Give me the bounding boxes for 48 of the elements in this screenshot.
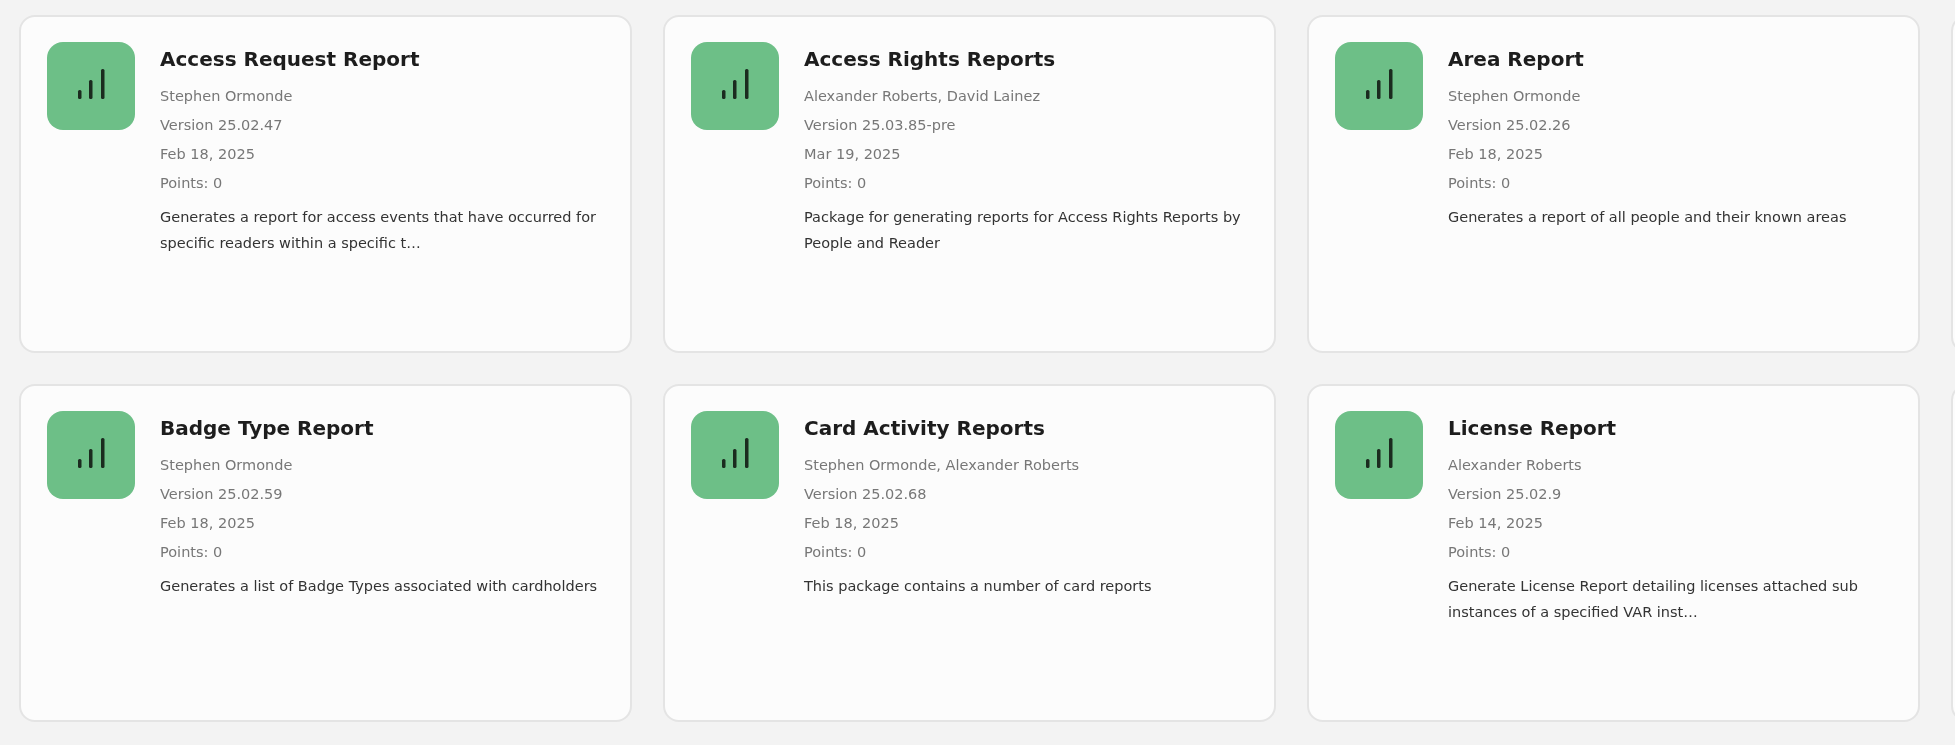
points-label: Points: 0 (160, 543, 224, 562)
package-description: Generate License Report detailing licenses attached sub instances of a specified VAR inst… (1448, 577, 1859, 622)
author-names: Stephen Ormonde (160, 87, 294, 106)
package-title: Badge Type Report (160, 415, 375, 442)
author-names: Alexander Roberts, David Lainez (804, 87, 1041, 106)
author-names: Stephen Ormonde, Alexander Roberts (804, 456, 1081, 475)
bar-chart-icon (47, 42, 135, 130)
package-description: Generates a list of Badge Types associated with cardholders (160, 577, 599, 596)
author-names: Stephen Ormonde (160, 456, 294, 475)
author-names: Alexander Roberts (1448, 456, 1583, 475)
points-label: Points: 0 (1448, 543, 1512, 562)
package-card[interactable]: Access Rights Reports Alexander Roberts, David Lainez Version 25.03.85-pre Mar 19, 2025 Points: 0 Package for generating reports for Access Rights Reports by People and Reader (663, 15, 1276, 353)
package-description: Generates a report for access events that have occurred for specific readers within a specific t… (160, 208, 598, 253)
package-card[interactable]: Card Activity Reports Stephen Ormonde, Alexander Roberts Version 25.02.68 Feb 18, 2025 Points: 0 This package contains a number of card reports (663, 384, 1276, 722)
package-title: License Report (1448, 415, 1618, 442)
bar-chart-icon (1335, 42, 1423, 130)
date-label: Feb 18, 2025 (160, 514, 256, 533)
package-description: This package contains a number of card reports (804, 577, 1153, 596)
points-label: Points: 0 (160, 174, 224, 193)
package-title: Card Activity Reports (804, 415, 1046, 442)
date-label: Feb 18, 2025 (160, 145, 256, 164)
package-title: Access Request Report (160, 46, 421, 73)
package-card[interactable]: Access Request Report Stephen Ormonde Version 25.02.47 Feb 18, 2025 Points: 0 Generates a report for access events that have occurred for specific readers within a specific t… (19, 15, 632, 353)
date-label: Feb 18, 2025 (804, 514, 900, 533)
points-label: Points: 0 (804, 543, 868, 562)
points-label: Points: 0 (1448, 174, 1512, 193)
date-label: Feb 14, 2025 (1448, 514, 1544, 533)
version-label: Version 25.02.68 (804, 485, 928, 504)
bar-chart-icon (691, 42, 779, 130)
version-label: Version 25.03.85-pre (804, 116, 957, 135)
package-card[interactable]: License Report Alexander Roberts Version 25.02.9 Feb 14, 2025 Points: 0 Generate License Report detailing licenses attached sub instances of a specified VAR inst… (1307, 384, 1920, 722)
package-card[interactable]: Area Report Stephen Ormonde Version 25.02.26 Feb 18, 2025 Points: 0 Generates a report of all people and their known areas (1307, 15, 1920, 353)
package-title: Area Report (1448, 46, 1585, 73)
bar-chart-icon (691, 411, 779, 499)
version-label: Version 25.02.9 (1448, 485, 1563, 504)
package-title: Access Rights Reports (804, 46, 1057, 73)
package-card[interactable]: Badge Type Report Stephen Ormonde Version 25.02.59 Feb 18, 2025 Points: 0 Generates a list of Badge Types associated with cardholders (19, 384, 632, 722)
points-label: Points: 0 (804, 174, 868, 193)
version-label: Version 25.02.26 (1448, 116, 1572, 135)
date-label: Mar 19, 2025 (804, 145, 902, 164)
version-label: Version 25.02.59 (160, 485, 284, 504)
package-description: Generates a report of all people and their known areas (1448, 208, 1848, 227)
date-label: Feb 18, 2025 (1448, 145, 1544, 164)
package-description: Package for generating reports for Access Rights Reports by People and Reader (804, 208, 1242, 253)
author-names: Stephen Ormonde (1448, 87, 1582, 106)
bar-chart-icon (1335, 411, 1423, 499)
version-label: Version 25.02.47 (160, 116, 284, 135)
bar-chart-icon (47, 411, 135, 499)
